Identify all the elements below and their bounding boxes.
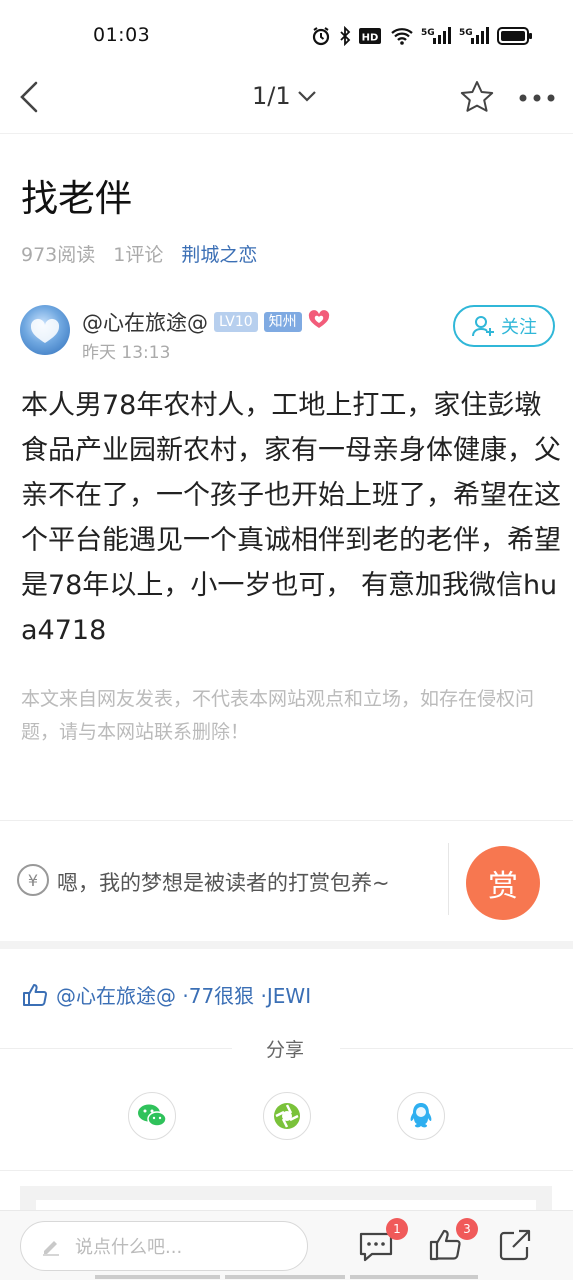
- net1-label: 5G: [421, 28, 435, 38]
- hd-icon: HD: [359, 27, 383, 45]
- heart-badge-icon: [308, 309, 330, 335]
- like-button[interactable]: 3: [428, 1218, 478, 1266]
- bottom-bar: 说点什么吧... 1 3: [0, 1210, 573, 1280]
- yen-icon: ¥: [17, 864, 49, 896]
- page-indicator: 1/1: [252, 82, 291, 110]
- post-body: 本人男78年农村人，工地上打工，家住彭墩食品产业园新农村，家有一母亲身体健康，父…: [21, 390, 561, 646]
- add-user-icon: [472, 316, 494, 337]
- reward-text: 嗯，我的梦想是被读者的打赏包养~: [57, 871, 390, 895]
- wifi-icon: [391, 27, 413, 45]
- level-badge: LV10: [214, 312, 258, 332]
- share-line-left: [0, 1048, 232, 1049]
- divider-bottom: [0, 1170, 573, 1171]
- status-bar: 01:03 HD 5G 5G: [0, 0, 573, 60]
- section-gap: [0, 941, 573, 949]
- reward-separator: [448, 843, 449, 915]
- avatar[interactable]: [20, 305, 70, 355]
- chevron-down-icon: [297, 91, 316, 102]
- hd-label: HD: [362, 33, 379, 44]
- more-icon[interactable]: [518, 90, 556, 104]
- page-selector[interactable]: 1/1: [252, 82, 317, 110]
- follow-label: 关注: [501, 317, 537, 338]
- qq-icon[interactable]: [397, 1092, 445, 1140]
- share-section: 分享: [0, 1030, 573, 1170]
- share-title: 分享: [266, 1039, 305, 1061]
- reward-section: ¥ 嗯，我的梦想是被读者的打赏包养~ 赏: [0, 821, 573, 941]
- post-time: 昨天 13:13: [82, 343, 171, 363]
- net2-label: 5G: [459, 28, 473, 38]
- forum-link[interactable]: 荆城之恋: [181, 240, 257, 267]
- reward-button[interactable]: 赏: [466, 846, 540, 920]
- battery-icon: [497, 27, 533, 45]
- share-button[interactable]: [498, 1228, 536, 1266]
- status-icons: HD 5G 5G: [311, 24, 533, 48]
- post-title: 找老伴: [21, 177, 132, 220]
- comment-input[interactable]: 说点什么吧...: [20, 1221, 308, 1271]
- likes-text[interactable]: @心在旅途@ ·77很狠 ·JEWI: [56, 980, 311, 1009]
- wechat-icon[interactable]: [128, 1092, 176, 1140]
- star-icon[interactable]: [459, 80, 495, 114]
- signal-5g-icon-1: 5G: [421, 26, 451, 46]
- disclaimer: 本文来自网友发表，不代表本网站观点和立场，如存在侵权问题，请与本网站联系删除！: [21, 688, 535, 743]
- alarm-icon: [311, 26, 331, 46]
- read-count: 973阅读: [21, 244, 96, 266]
- like-badge: 3: [456, 1218, 478, 1240]
- top-nav: 1/1: [0, 60, 573, 134]
- comment-count: 1评论: [113, 244, 164, 266]
- moments-icon[interactable]: [263, 1092, 311, 1140]
- location-badge: 知州: [263, 312, 302, 332]
- comment-placeholder: 说点什么吧...: [75, 1237, 183, 1258]
- pencil-icon: [43, 1241, 59, 1256]
- status-time: 01:03: [93, 24, 151, 46]
- author-name-row: @心在旅途@ LV10 知州: [82, 307, 330, 337]
- share-line-right: [340, 1048, 573, 1049]
- home-indicator-mid: [225, 1275, 345, 1279]
- post-meta: 973阅读 1评论 荆城之恋: [21, 240, 257, 267]
- author-name[interactable]: @心在旅途@: [82, 307, 208, 337]
- author-row: @心在旅途@ LV10 知州 昨天 13:13 关注: [20, 305, 555, 363]
- bluetooth-icon: [339, 26, 351, 46]
- follow-button[interactable]: 关注: [453, 305, 555, 347]
- share-icon: [499, 1229, 531, 1261]
- thumbs-up-icon: [23, 983, 47, 1006]
- signal-5g-icon-2: 5G: [459, 26, 489, 46]
- home-indicator-left: [95, 1275, 220, 1279]
- likes-row: @心在旅途@ ·77很狠 ·JEWI: [22, 980, 311, 1009]
- comment-badge: 1: [386, 1218, 408, 1240]
- home-indicator-right: [350, 1275, 478, 1279]
- back-icon[interactable]: [16, 80, 46, 114]
- comment-button[interactable]: 1: [358, 1218, 408, 1266]
